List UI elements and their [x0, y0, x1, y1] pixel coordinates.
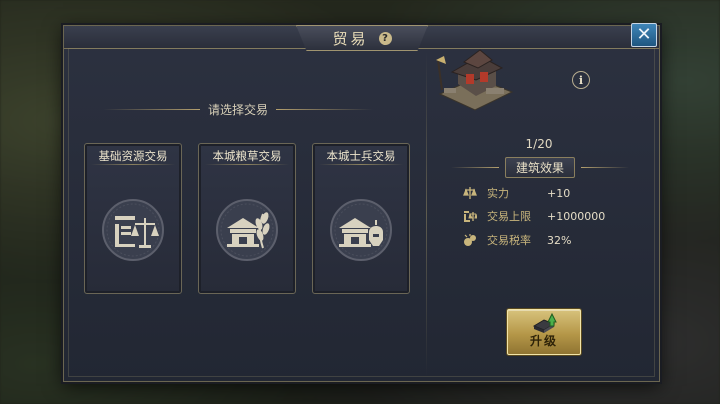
trade-option-label: 本城粮草交易: [212, 149, 282, 163]
effect-row-power: 实力 +10: [463, 185, 570, 201]
trade-section-title: 请选择交易: [208, 102, 269, 117]
dialog-title: 贸易: [332, 29, 369, 48]
market-building-icon: [436, 49, 514, 111]
trade-option-resources[interactable]: 基础资源交易: [84, 143, 182, 294]
effect-value: +10: [547, 186, 571, 200]
trade-section-heading: 请选择交易: [103, 99, 374, 119]
power-icon: [463, 187, 477, 199]
panel-divider: [426, 52, 427, 376]
close-button[interactable]: ✕: [631, 23, 657, 47]
tax-icon: [464, 234, 476, 246]
resource-scale-icon: [102, 199, 164, 261]
upgrade-button-label: 升级: [529, 334, 558, 348]
upgrade-button[interactable]: 升级: [507, 309, 581, 355]
trade-option-label: 基础资源交易: [98, 149, 168, 163]
dialog-title-plate: 贸易 ?: [296, 25, 428, 51]
soldier-icon: [330, 199, 392, 261]
scale-icon: [464, 211, 477, 222]
effect-label: 实力: [487, 187, 509, 200]
trade-option-grain[interactable]: 本城粮草交易: [198, 143, 296, 294]
upgrade-icon: [532, 312, 557, 333]
info-icon[interactable]: i: [572, 71, 590, 89]
effect-value: 32%: [547, 233, 572, 247]
effect-label: 交易上限: [487, 210, 531, 223]
effect-value: +1000000: [547, 209, 606, 223]
effect-row-tax: 交易税率 32%: [463, 232, 571, 248]
question-icon[interactable]: ?: [378, 31, 392, 45]
effects-heading: 建筑效果: [451, 156, 630, 178]
effect-row-trade-limit: 交易上限 +1000000: [463, 208, 605, 224]
close-icon: ✕: [636, 24, 652, 45]
trade-option-soldiers[interactable]: 本城士兵交易: [312, 143, 410, 294]
trade-option-label: 本城士兵交易: [326, 149, 396, 163]
effects-title: 建筑效果: [505, 156, 576, 178]
grain-icon: [216, 199, 278, 261]
building-level: 1/20: [525, 137, 553, 151]
effect-label: 交易税率: [487, 234, 531, 247]
